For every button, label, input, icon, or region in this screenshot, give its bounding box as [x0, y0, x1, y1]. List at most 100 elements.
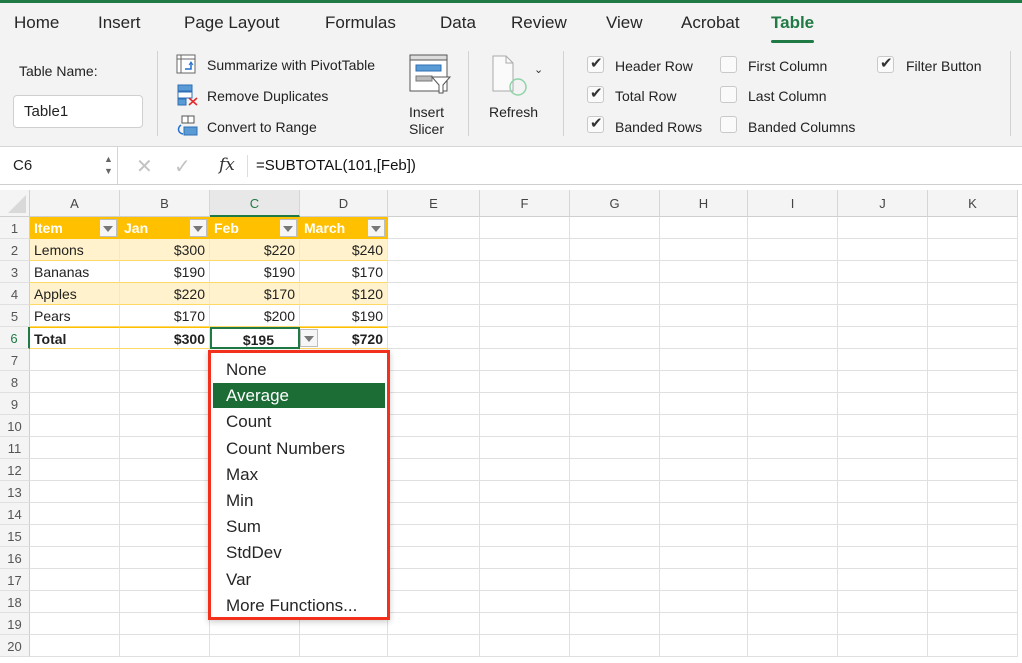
- cell-e7[interactable]: [388, 349, 480, 371]
- cell-h16[interactable]: [660, 547, 748, 569]
- cell-j17[interactable]: [838, 569, 928, 591]
- cell-b20[interactable]: [120, 635, 210, 657]
- cell-d20[interactable]: [300, 635, 388, 657]
- tab-review[interactable]: Review: [511, 13, 567, 33]
- cell-e13[interactable]: [388, 481, 480, 503]
- cell-g6[interactable]: [570, 327, 660, 349]
- last-column-checkbox[interactable]: [720, 86, 737, 103]
- cell-a12[interactable]: [30, 459, 120, 481]
- cell-k9[interactable]: [928, 393, 1018, 415]
- cell-h17[interactable]: [660, 569, 748, 591]
- cell-g14[interactable]: [570, 503, 660, 525]
- cell-g15[interactable]: [570, 525, 660, 547]
- name-box[interactable]: C6: [0, 147, 118, 184]
- cell-j18[interactable]: [838, 591, 928, 613]
- column-header-e[interactable]: E: [388, 190, 480, 217]
- cell-e18[interactable]: [388, 591, 480, 613]
- cell-g18[interactable]: [570, 591, 660, 613]
- cell-i13[interactable]: [748, 481, 838, 503]
- cell-b7[interactable]: [120, 349, 210, 371]
- cell-a5[interactable]: Pears: [30, 305, 120, 327]
- cell-e20[interactable]: [388, 635, 480, 657]
- cell-h11[interactable]: [660, 437, 748, 459]
- cell-a13[interactable]: [30, 481, 120, 503]
- cell-i11[interactable]: [748, 437, 838, 459]
- cell-b2[interactable]: $300: [120, 239, 210, 261]
- cell-b12[interactable]: [120, 459, 210, 481]
- cell-g7[interactable]: [570, 349, 660, 371]
- cell-i4[interactable]: [748, 283, 838, 305]
- tab-insert[interactable]: Insert: [98, 13, 141, 33]
- row-header-20[interactable]: 20: [0, 635, 30, 657]
- cell-f13[interactable]: [480, 481, 570, 503]
- cell-i16[interactable]: [748, 547, 838, 569]
- cell-i5[interactable]: [748, 305, 838, 327]
- cell-h8[interactable]: [660, 371, 748, 393]
- dropdown-item-stddev[interactable]: StdDev: [213, 540, 385, 565]
- cell-i19[interactable]: [748, 613, 838, 635]
- row-header-11[interactable]: 11: [0, 437, 30, 459]
- filter-dropdown-jan[interactable]: [189, 219, 207, 237]
- cell-i7[interactable]: [748, 349, 838, 371]
- cell-c4[interactable]: $170: [210, 283, 300, 305]
- row-header-2[interactable]: 2: [0, 239, 30, 261]
- cell-j3[interactable]: [838, 261, 928, 283]
- banded-columns-checkbox[interactable]: [720, 116, 737, 133]
- dropdown-item-max[interactable]: Max: [213, 462, 385, 487]
- cell-i14[interactable]: [748, 503, 838, 525]
- cell-i9[interactable]: [748, 393, 838, 415]
- column-header-d[interactable]: D: [300, 190, 388, 217]
- cell-a4[interactable]: Apples: [30, 283, 120, 305]
- cell-f7[interactable]: [480, 349, 570, 371]
- cell-k2[interactable]: [928, 239, 1018, 261]
- filter-dropdown-item[interactable]: [99, 219, 117, 237]
- cell-e8[interactable]: [388, 371, 480, 393]
- column-header-i[interactable]: I: [748, 190, 838, 217]
- cell-h15[interactable]: [660, 525, 748, 547]
- cell-i18[interactable]: [748, 591, 838, 613]
- cell-k8[interactable]: [928, 371, 1018, 393]
- cell-g16[interactable]: [570, 547, 660, 569]
- cell-h6[interactable]: [660, 327, 748, 349]
- dropdown-item-none[interactable]: None: [213, 357, 385, 382]
- cell-j9[interactable]: [838, 393, 928, 415]
- cell-f10[interactable]: [480, 415, 570, 437]
- cell-h13[interactable]: [660, 481, 748, 503]
- cell-d4[interactable]: $120: [300, 283, 388, 305]
- cell-f2[interactable]: [480, 239, 570, 261]
- cell-j11[interactable]: [838, 437, 928, 459]
- cell-i12[interactable]: [748, 459, 838, 481]
- cell-j4[interactable]: [838, 283, 928, 305]
- cell-g3[interactable]: [570, 261, 660, 283]
- cell-h12[interactable]: [660, 459, 748, 481]
- cell-k3[interactable]: [928, 261, 1018, 283]
- row-header-1[interactable]: 1: [0, 217, 30, 239]
- select-all-button[interactable]: [0, 190, 30, 217]
- cell-b14[interactable]: [120, 503, 210, 525]
- cell-j20[interactable]: [838, 635, 928, 657]
- cell-b18[interactable]: [120, 591, 210, 613]
- cell-b8[interactable]: [120, 371, 210, 393]
- cell-h14[interactable]: [660, 503, 748, 525]
- cell-j15[interactable]: [838, 525, 928, 547]
- confirm-icon[interactable]: ✓: [174, 154, 191, 179]
- cell-f14[interactable]: [480, 503, 570, 525]
- cell-f12[interactable]: [480, 459, 570, 481]
- cell-f17[interactable]: [480, 569, 570, 591]
- filter-dropdown-feb[interactable]: [279, 219, 297, 237]
- cell-b6[interactable]: $300: [120, 327, 210, 349]
- cell-k20[interactable]: [928, 635, 1018, 657]
- cell-f19[interactable]: [480, 613, 570, 635]
- cell-g19[interactable]: [570, 613, 660, 635]
- tab-view[interactable]: View: [606, 13, 643, 33]
- cell-d6[interactable]: $720: [300, 327, 388, 349]
- cell-f5[interactable]: [480, 305, 570, 327]
- cell-f16[interactable]: [480, 547, 570, 569]
- cell-j5[interactable]: [838, 305, 928, 327]
- column-header-g[interactable]: G: [570, 190, 660, 217]
- cell-h7[interactable]: [660, 349, 748, 371]
- cell-g5[interactable]: [570, 305, 660, 327]
- cell-e19[interactable]: [388, 613, 480, 635]
- cell-k6[interactable]: [928, 327, 1018, 349]
- cell-c20[interactable]: [210, 635, 300, 657]
